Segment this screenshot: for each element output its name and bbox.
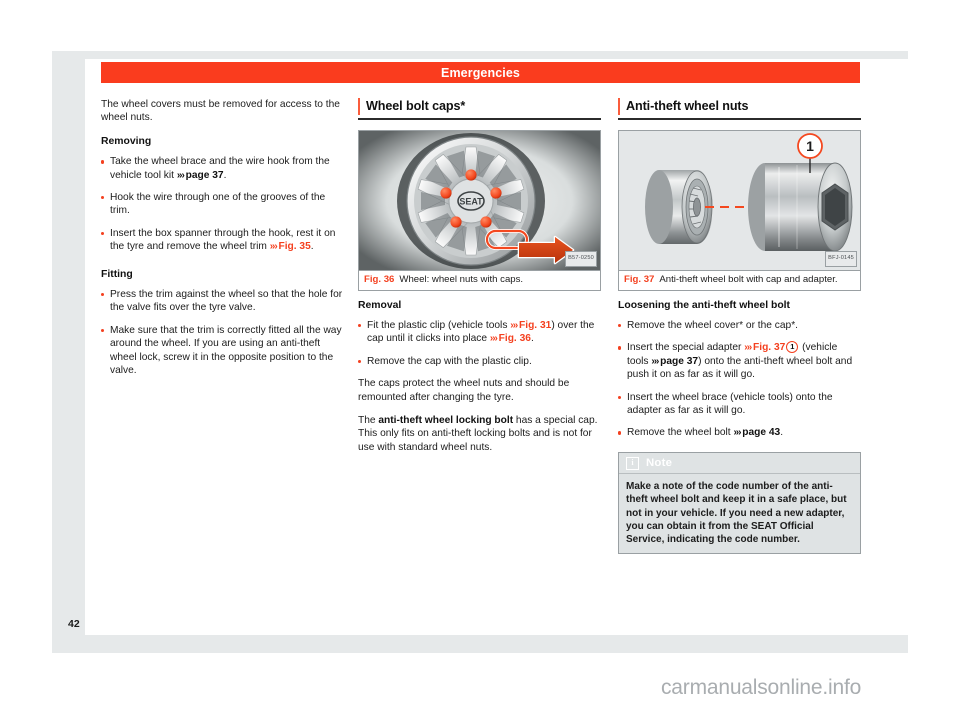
column-middle: Wheel bolt caps* SEAT B57-0250 Fig. 36 W… bbox=[358, 98, 601, 464]
figure-code: B57-0250 bbox=[565, 251, 597, 267]
chevron-icon: ››› bbox=[510, 319, 520, 331]
info-icon: i bbox=[626, 456, 639, 470]
note-title: Note bbox=[646, 456, 673, 469]
cross-reference: ››› Fig. 36 bbox=[489, 333, 531, 345]
running-header: Emergencies bbox=[101, 62, 860, 83]
callout-reference-1: 1 bbox=[786, 341, 799, 354]
wheel-illustration: SEAT bbox=[359, 130, 600, 270]
cross-reference: ››› Fig. 31 bbox=[510, 319, 552, 331]
fitting-steps: Press the trim against the wheel so that… bbox=[101, 288, 344, 377]
figure-number: Fig. 37 bbox=[624, 273, 655, 285]
locking-bolt-term: anti-theft wheel locking bolt bbox=[378, 414, 514, 426]
loosening-steps: Remove the wheel cover* or the cap*. Ins… bbox=[618, 319, 861, 440]
chevron-icon: ››› bbox=[744, 342, 754, 354]
chevron-icon: ››› bbox=[489, 333, 499, 345]
svg-text:1: 1 bbox=[806, 138, 814, 154]
anti-theft-bolt-image: 1 BFJ-0145 bbox=[619, 130, 860, 270]
figure-36: SEAT B57-0250 Fig. 36 Wheel: wheel nuts … bbox=[358, 129, 601, 291]
figure-number: Fig. 36 bbox=[364, 273, 395, 285]
cross-reference: ››› page 43 bbox=[733, 427, 781, 439]
svg-text:SEAT: SEAT bbox=[459, 196, 483, 206]
intro-paragraph: The wheel covers must be removed for acc… bbox=[101, 99, 340, 124]
figure-caption: Fig. 37 Anti-theft wheel bolt with cap an… bbox=[619, 269, 860, 290]
step-text: Make sure that the trim is correctly fit… bbox=[110, 324, 342, 377]
note-box: i Note Make a note of the code number of… bbox=[618, 451, 861, 555]
list-item: Press the trim against the wheel so that… bbox=[101, 288, 344, 315]
anti-theft-bolt-illustration: 1 bbox=[619, 130, 860, 270]
figure-caption-text: Anti-theft wheel bolt with cap and adapt… bbox=[659, 273, 838, 285]
column-left: The wheel covers must be removed for acc… bbox=[101, 98, 344, 387]
section-heading-wheel-bolt-caps: Wheel bolt caps* bbox=[358, 98, 601, 115]
chevron-icon: ››› bbox=[733, 427, 743, 439]
note-header: i Note bbox=[619, 453, 860, 475]
list-item: Fit the plastic clip (vehicle tools ››› … bbox=[358, 319, 601, 346]
heading-removal: Removal bbox=[358, 299, 402, 311]
list-item: Remove the cap with the plastic clip. bbox=[358, 355, 601, 368]
list-item: Insert the special adapter ››› Fig. 37 1 … bbox=[618, 341, 861, 381]
list-item: Take the wheel brace and the wire hook f… bbox=[101, 155, 344, 182]
heading-fitting: Fitting bbox=[101, 268, 133, 280]
page-title: Emergencies bbox=[441, 65, 520, 80]
figure-caption: Fig. 36 Wheel: wheel nuts with caps. bbox=[359, 269, 600, 290]
removing-steps: Take the wheel brace and the wire hook f… bbox=[101, 155, 344, 253]
chevron-icon: ››› bbox=[176, 169, 186, 181]
cross-reference: ››› Fig. 35 bbox=[269, 241, 311, 253]
figure-caption-text: Wheel: wheel nuts with caps. bbox=[399, 273, 524, 285]
site-watermark: carmanualsonline.info bbox=[661, 676, 862, 699]
section-title: Anti-theft wheel nuts bbox=[626, 99, 749, 113]
chevron-icon: ››› bbox=[651, 355, 661, 367]
figure-code: BFJ-0145 bbox=[825, 251, 857, 267]
locking-bolt-paragraph: The anti-theft wheel locking bolt has a … bbox=[358, 414, 598, 453]
cross-reference: ››› page 37 bbox=[176, 169, 224, 181]
step-text: Press the trim against the wheel so that… bbox=[110, 289, 343, 314]
page-number: 42 bbox=[68, 618, 80, 630]
list-item: Make sure that the trim is correctly fit… bbox=[101, 324, 344, 378]
heading-removing: Removing bbox=[101, 135, 152, 147]
list-item: Remove the wheel bolt ››› page 43. bbox=[618, 426, 861, 439]
note-body: Make a note of the code number of the an… bbox=[626, 481, 847, 545]
pdf-page-viewer: Emergencies 42 carmanualsonline.info The… bbox=[0, 0, 960, 708]
removal-steps: Fit the plastic clip (vehicle tools ››› … bbox=[358, 319, 601, 368]
caps-protect-paragraph: The caps protect the wheel nuts and shou… bbox=[358, 378, 570, 403]
section-divider bbox=[618, 118, 861, 120]
section-divider bbox=[358, 118, 601, 120]
figure-37: 1 BFJ-0145 Fig. 37 Anti-theft wheel bolt … bbox=[618, 129, 861, 291]
step-text: Hook the wire through one of the grooves… bbox=[110, 192, 326, 217]
anti-theft-bolt-cap bbox=[645, 169, 713, 244]
column-right: Anti-theft wheel nuts 1 BFJ-0145 Fig. 37… bbox=[618, 98, 861, 555]
heading-loosening: Loosening the anti-theft wheel bolt bbox=[618, 299, 791, 311]
list-item: Insert the box spanner through the hook,… bbox=[101, 227, 344, 254]
list-item: Remove the wheel cover* or the cap*. bbox=[618, 319, 861, 332]
cross-reference: ››› Fig. 37 bbox=[744, 342, 786, 354]
adapter-socket bbox=[748, 162, 853, 251]
cross-reference: ››› page 37 bbox=[651, 355, 699, 367]
section-heading-anti-theft-wheel-nuts: Anti-theft wheel nuts bbox=[618, 98, 861, 115]
list-item: Insert the wheel brace (vehicle tools) o… bbox=[618, 391, 861, 418]
list-item: Hook the wire through one of the grooves… bbox=[101, 191, 344, 218]
section-title: Wheel bolt caps* bbox=[366, 99, 466, 113]
wheel-nut-caps-image: SEAT B57-0250 bbox=[359, 130, 600, 270]
